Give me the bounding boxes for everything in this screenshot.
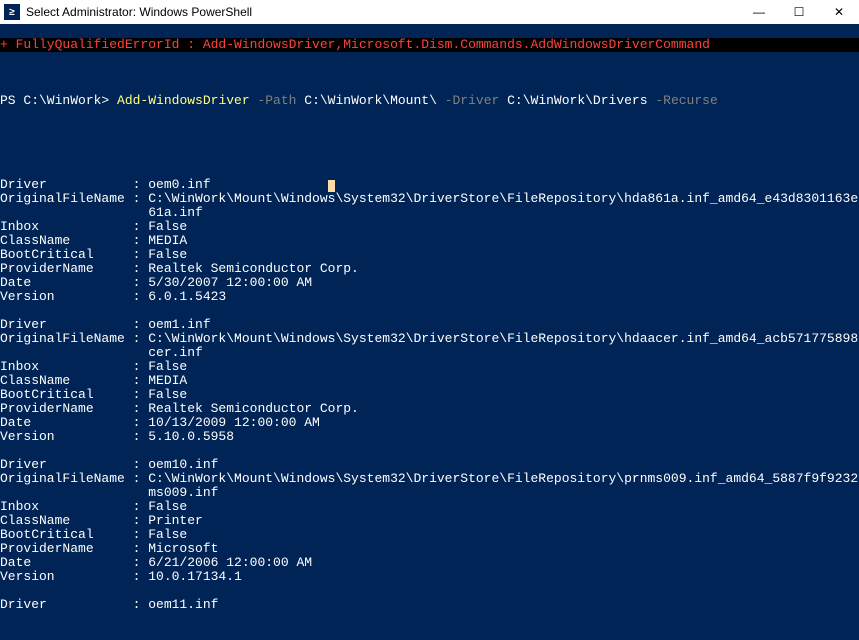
output-row: Driver : oem11.inf — [0, 598, 859, 612]
terminal-output[interactable]: + FullyQualifiedErrorId : Add-WindowsDri… — [0, 24, 859, 640]
output-row: BootCritical : False — [0, 528, 859, 542]
prompt-prefix: PS C:\WinWork> — [0, 93, 117, 108]
blank-line — [0, 612, 859, 626]
arg-path: C:\WinWork\Mount\ — [304, 93, 437, 108]
window-controls: — ☐ ✕ — [739, 0, 859, 24]
output-row: OriginalFileName : C:\WinWork\Mount\Wind… — [0, 332, 859, 346]
output-row: Inbox : False — [0, 360, 859, 374]
output-row: ProviderName : Realtek Semiconductor Cor… — [0, 262, 859, 276]
blank-line — [0, 444, 859, 458]
output-row: OriginalFileName : C:\WinWork\Mount\Wind… — [0, 472, 859, 486]
blank-line — [0, 584, 859, 598]
output-row: OriginalFileName : C:\WinWork\Mount\Wind… — [0, 192, 859, 206]
output-row: ProviderName : Microsoft — [0, 542, 859, 556]
output-row: ClassName : MEDIA — [0, 234, 859, 248]
output-row: Version : 6.0.1.5423 — [0, 290, 859, 304]
output-row: Inbox : False — [0, 500, 859, 514]
flag-driver: -Driver — [437, 93, 507, 108]
output-row: Inbox : False — [0, 220, 859, 234]
output-row: Date : 5/30/2007 12:00:00 AM — [0, 276, 859, 290]
minimize-button[interactable]: — — [739, 0, 779, 24]
output-row: ProviderName : Realtek Semiconductor Cor… — [0, 402, 859, 416]
blank-line — [0, 66, 859, 80]
maximize-button[interactable]: ☐ — [779, 0, 819, 24]
blank-line — [0, 150, 859, 164]
error-line: + FullyQualifiedErrorId : Add-WindowsDri… — [0, 38, 859, 52]
output-row: BootCritical : False — [0, 388, 859, 402]
output-row: Driver : oem1.inf — [0, 318, 859, 332]
arg-driver: C:\WinWork\Drivers — [507, 93, 647, 108]
titlebar[interactable]: ≥ Select Administrator: Windows PowerShe… — [0, 0, 859, 24]
output-row: Driver : oem10.inf — [0, 458, 859, 472]
flag-recurse: -Recurse — [648, 93, 718, 108]
blank-line — [0, 122, 859, 136]
output-row-continuation: cer.inf — [0, 346, 859, 360]
output-row: Date : 6/21/2006 12:00:00 AM — [0, 556, 859, 570]
powershell-icon: ≥ — [4, 4, 20, 20]
output-blocks: Driver : oem0.inf OriginalFileName : C:\… — [0, 178, 859, 626]
output-row: ClassName : MEDIA — [0, 374, 859, 388]
output-row: Driver : oem0.inf — [0, 178, 859, 192]
output-row-continuation: ms009.inf — [0, 486, 859, 500]
output-row: Date : 10/13/2009 12:00:00 AM — [0, 416, 859, 430]
output-row: Version : 5.10.0.5958 — [0, 430, 859, 444]
output-row: BootCritical : False — [0, 248, 859, 262]
close-button[interactable]: ✕ — [819, 0, 859, 24]
flag-path: -Path — [250, 93, 305, 108]
output-row: Version : 10.0.17134.1 — [0, 570, 859, 584]
prompt-line: PS C:\WinWork> Add-WindowsDriver -Path C… — [0, 94, 859, 108]
output-row: ClassName : Printer — [0, 514, 859, 528]
window-title: Select Administrator: Windows PowerShell — [26, 5, 739, 19]
output-row-continuation: 61a.inf — [0, 206, 859, 220]
blank-line — [0, 304, 859, 318]
cmdlet-name: Add-WindowsDriver — [117, 93, 250, 108]
